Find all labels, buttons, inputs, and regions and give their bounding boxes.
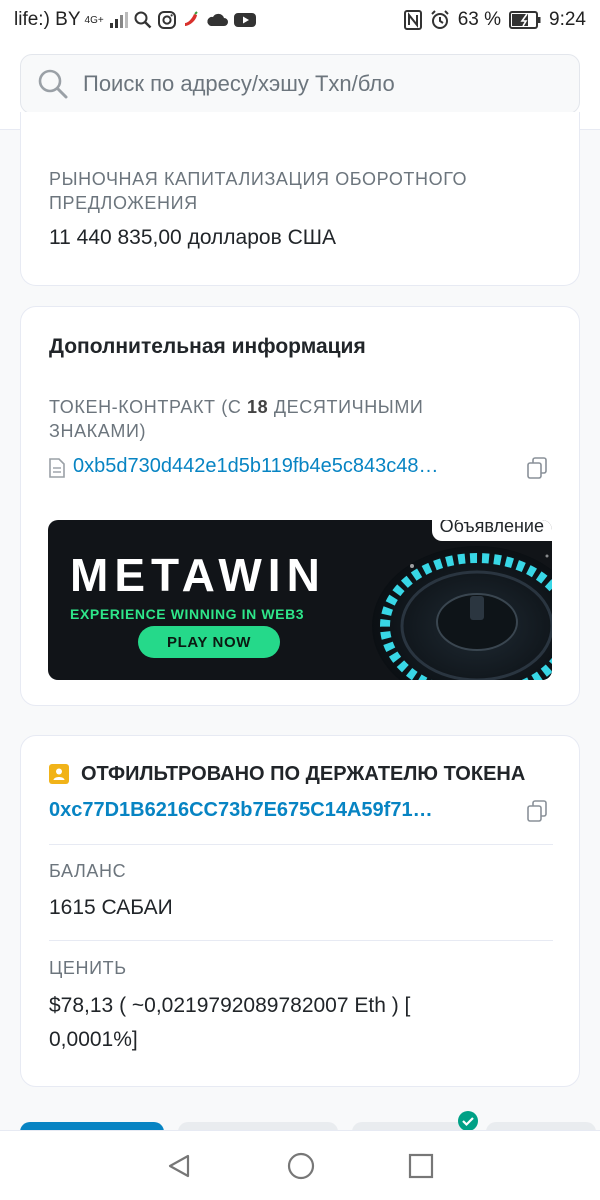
search-icon	[37, 68, 69, 100]
ad-play-now-button[interactable]: PLAY NOW	[138, 626, 280, 658]
alarm-icon	[430, 10, 450, 30]
check-badge-icon	[457, 1110, 479, 1132]
ad-banner[interactable]: Объявление METAWIN EXPERIENCE WINNING IN…	[48, 520, 552, 680]
contract-label: ТОКЕН-КОНТРАКТ (С 18 ДЕСЯТИЧНЫМИ ЗНАКАМИ…	[49, 395, 499, 443]
recents-icon[interactable]	[408, 1153, 434, 1179]
market-cap-label: РЫНОЧНАЯ КАПИТАЛИЗАЦИЯ ОБОРОТНОГО ПРЕДЛО…	[49, 169, 468, 213]
more-info-title: Дополнительная информация	[49, 335, 366, 358]
divider	[49, 940, 553, 941]
balance-value: 1615 САБАИ	[49, 896, 173, 919]
copy-icon[interactable]	[526, 800, 548, 822]
home-icon[interactable]	[286, 1151, 316, 1181]
pepper-icon	[182, 11, 200, 29]
battery-percent: 63 %	[457, 9, 502, 30]
balance-label: БАЛАНС	[49, 861, 127, 881]
value-line-1: $78,13 ( ~0,0219792089782007 Eth ) [	[49, 994, 411, 1017]
ad-tagline: EXPERIENCE WINNING IN WEB3	[70, 606, 305, 622]
contract-decimals: 18	[247, 397, 269, 417]
cloud-icon	[206, 12, 228, 28]
value-label: ЦЕНИТЬ	[49, 958, 127, 978]
market-cap-value: 11 440 835,00 долларов США	[49, 226, 336, 249]
divider	[49, 844, 553, 845]
holder-filter-card: ОТФИЛЬТРОВАНО ПО ДЕРЖАТЕЛЮ ТОКЕНА 0xc77D…	[20, 735, 580, 1087]
holder-filter-title: ОТФИЛЬТРОВАНО ПО ДЕРЖАТЕЛЮ ТОКЕНА	[81, 763, 526, 785]
instagram-icon	[157, 11, 176, 29]
ad-brand: METAWIN	[70, 549, 326, 601]
youtube-icon	[233, 12, 256, 28]
clock: 9:24	[549, 9, 586, 30]
value-line-2: 0,0001%]	[49, 1028, 138, 1051]
nfc-icon	[403, 10, 422, 30]
copy-icon[interactable]	[526, 457, 548, 479]
contact-card-icon	[49, 764, 69, 784]
battery-icon	[509, 11, 541, 29]
tab-strip	[0, 1112, 600, 1132]
roulette-wheel-image	[372, 546, 552, 680]
contract-address-link[interactable]: 0xb5d730d442e1d5b119fb4e5c843c48…	[73, 455, 439, 478]
status-bar: life:) BY 4G+ 63 % 9:24	[0, 0, 600, 40]
holder-address-link[interactable]: 0xc77D1B6216CC73b7E675C14A59f71…	[49, 799, 433, 822]
search-notification-icon	[134, 11, 152, 29]
carrier-label: life:) BY	[14, 9, 81, 30]
ad-label: Объявление	[431, 520, 552, 541]
android-nav-bar	[0, 1130, 600, 1200]
market-cap-card: РЫНОЧНАЯ КАПИТАЛИЗАЦИЯ ОБОРОТНОГО ПРЕДЛО…	[20, 112, 580, 286]
network-type: 4G+	[84, 14, 104, 26]
back-icon[interactable]	[166, 1152, 194, 1180]
more-info-card: Дополнительная информация ТОКЕН-КОНТРАКТ…	[20, 306, 580, 706]
contract-label-prefix: ТОКЕН-КОНТРАКТ (С	[49, 397, 248, 417]
search-box[interactable]	[20, 54, 580, 114]
document-icon	[49, 458, 65, 478]
signal-icon	[109, 12, 128, 28]
search-input[interactable]	[83, 71, 543, 97]
